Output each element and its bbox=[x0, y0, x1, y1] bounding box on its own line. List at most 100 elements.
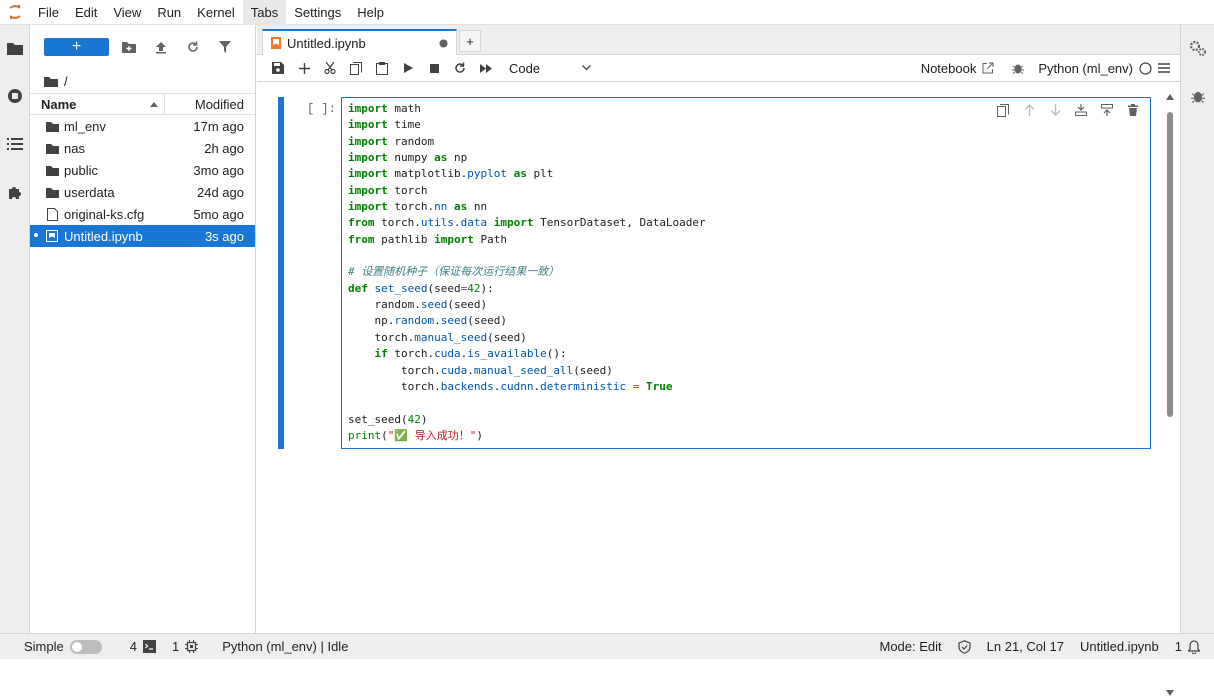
cell-type-dropdown[interactable]: Code bbox=[509, 61, 591, 76]
insert-above-icon[interactable] bbox=[1070, 101, 1092, 119]
notebook-tab-icon bbox=[271, 37, 281, 49]
save-icon[interactable] bbox=[265, 56, 291, 80]
menu-edit[interactable]: Edit bbox=[67, 0, 105, 25]
tab-label: Untitled.ipynb bbox=[287, 35, 366, 51]
notification-count: 1 bbox=[1174, 639, 1182, 654]
duplicate-cell-icon[interactable] bbox=[992, 101, 1014, 119]
file-row-untitled-ipynb[interactable]: Untitled.ipynb 3s ago bbox=[30, 225, 255, 247]
debugger-icon[interactable] bbox=[1181, 81, 1214, 111]
upload-icon[interactable] bbox=[145, 35, 177, 59]
new-folder-icon[interactable] bbox=[113, 35, 145, 59]
file-name: nas bbox=[64, 140, 85, 156]
filter-icon[interactable] bbox=[209, 35, 241, 59]
restart-icon[interactable] bbox=[447, 56, 473, 80]
sort-ascending-icon bbox=[150, 101, 158, 107]
debugger-bug-icon[interactable] bbox=[1012, 62, 1025, 74]
breadcrumb-path[interactable]: / bbox=[64, 74, 68, 89]
scrollbar-thumb[interactable] bbox=[1167, 112, 1173, 417]
simple-mode-switch[interactable]: Simple bbox=[0, 634, 110, 660]
menu-settings[interactable]: Settings bbox=[286, 0, 349, 25]
file-list: ml_env 17m ago nas 2h ago public 3mo ago… bbox=[30, 115, 255, 247]
notebook-toolbar: Code Notebook Python (ml_env) bbox=[257, 55, 1180, 82]
code-line: from torch.utils.data import TensorDatas… bbox=[348, 216, 706, 230]
simple-mode-toggle[interactable] bbox=[69, 639, 102, 654]
unsaved-dot-icon[interactable] bbox=[439, 39, 448, 48]
copy-icon[interactable] bbox=[343, 56, 369, 80]
column-modified-header[interactable]: Modified bbox=[165, 97, 255, 112]
column-name-header[interactable]: Name bbox=[30, 93, 165, 115]
table-of-contents-icon[interactable] bbox=[0, 129, 30, 159]
menu-kernel[interactable]: Kernel bbox=[189, 0, 243, 25]
file-row-public[interactable]: public 3mo ago bbox=[30, 159, 255, 181]
notebook-icon bbox=[44, 230, 60, 242]
new-launcher-button[interactable]: + bbox=[44, 38, 109, 56]
add-tab-button[interactable]: + bbox=[459, 30, 481, 52]
move-down-icon[interactable] bbox=[1044, 101, 1066, 119]
code-line: random.seed(seed) bbox=[348, 298, 488, 312]
tab-bar: Untitled.ipynb + bbox=[257, 25, 1180, 55]
file-name: ml_env bbox=[64, 118, 106, 134]
trusted-shield-icon[interactable] bbox=[950, 634, 979, 660]
file-row-userdata[interactable]: userdata 24d ago bbox=[30, 181, 255, 203]
terminals-indicator[interactable]: 4 bbox=[122, 634, 164, 660]
cut-icon[interactable] bbox=[317, 56, 343, 80]
scroll-down-icon[interactable] bbox=[1166, 690, 1174, 696]
notebook-scrollbar[interactable] bbox=[1165, 94, 1175, 696]
menu-run[interactable]: Run bbox=[149, 0, 189, 25]
stop-icon[interactable] bbox=[421, 56, 447, 80]
kernel-count: 1 bbox=[171, 639, 180, 654]
extensions-icon[interactable] bbox=[0, 177, 30, 207]
kernel-status[interactable]: Python (ml_env) | Idle bbox=[214, 634, 356, 660]
tab-untitled-ipynb[interactable]: Untitled.ipynb bbox=[262, 29, 457, 55]
code-line: from pathlib import Path bbox=[348, 232, 507, 246]
simple-mode-label: Simple bbox=[24, 639, 64, 654]
code-line: import time bbox=[348, 118, 421, 132]
status-bar: Simple 4 1 Python (ml_env) | Idle Mode: … bbox=[0, 633, 1214, 659]
breadcrumb: / bbox=[30, 69, 255, 93]
run-icon[interactable] bbox=[395, 56, 421, 80]
file-row-nas[interactable]: nas 2h ago bbox=[30, 137, 255, 159]
delete-cell-icon[interactable] bbox=[1122, 101, 1144, 119]
fast-forward-icon[interactable] bbox=[473, 56, 499, 80]
code-cell-editor[interactable]: import math import time import random impor… bbox=[341, 97, 1151, 449]
folder-icon bbox=[44, 165, 60, 176]
current-file: Untitled.ipynb bbox=[1079, 639, 1159, 654]
external-link-icon[interactable] bbox=[982, 62, 994, 74]
file-modified: 2h ago bbox=[204, 140, 244, 156]
refresh-icon[interactable] bbox=[177, 35, 209, 59]
menu-hamburger-icon[interactable] bbox=[1158, 63, 1170, 73]
move-up-icon[interactable] bbox=[1018, 101, 1040, 119]
cursor-position[interactable]: Ln 21, Col 17 bbox=[979, 634, 1072, 660]
home-folder-icon[interactable] bbox=[44, 76, 58, 87]
file-modified: 17m ago bbox=[193, 118, 244, 134]
kernels-indicator[interactable]: 1 bbox=[164, 634, 206, 660]
notifications[interactable]: 1 bbox=[1167, 634, 1214, 660]
running-sessions-icon[interactable] bbox=[0, 81, 30, 111]
file-row-original-ks-cfg[interactable]: original-ks.cfg 5mo ago bbox=[30, 203, 255, 225]
input-prompt: [ ]: bbox=[307, 102, 336, 116]
main-dock: Untitled.ipynb + Code Notebook Python (m… bbox=[257, 25, 1180, 696]
file-modified: 3s ago bbox=[204, 228, 244, 244]
scroll-up-icon[interactable] bbox=[1166, 94, 1174, 100]
code-line: import numpy as np bbox=[348, 151, 468, 165]
menu-file[interactable]: File bbox=[30, 0, 67, 25]
file-browser-toolbar: + bbox=[30, 25, 255, 69]
jupyter-logo-icon bbox=[0, 0, 30, 25]
insert-below-icon[interactable] bbox=[1096, 101, 1118, 119]
file-browser: + / Name Modified ml_env 17m ago nas 2h … bbox=[30, 25, 256, 633]
cell-collapser[interactable] bbox=[278, 97, 284, 449]
file-modified: 5mo ago bbox=[193, 206, 244, 222]
property-inspector-gears-icon[interactable] bbox=[1181, 33, 1214, 63]
code-line: # 设置随机种子（保证每次运行结果一致） bbox=[348, 265, 560, 279]
insert-cell-icon[interactable] bbox=[291, 56, 317, 80]
menu-view[interactable]: View bbox=[105, 0, 149, 25]
file-browser-icon[interactable] bbox=[0, 33, 30, 63]
kernel-name[interactable]: Python (ml_env) bbox=[1038, 61, 1133, 76]
open-notebook-link[interactable]: Notebook bbox=[921, 61, 977, 76]
file-row-ml-env[interactable]: ml_env 17m ago bbox=[30, 115, 255, 137]
notebook-panel: [ ]: import math import time import random… bbox=[257, 82, 1180, 696]
menu-tabs[interactable]: Tabs bbox=[242, 0, 287, 25]
code-line: if torch.cuda.is_available(): bbox=[374, 347, 567, 361]
paste-icon[interactable] bbox=[369, 56, 395, 80]
menu-help[interactable]: Help bbox=[349, 0, 392, 25]
